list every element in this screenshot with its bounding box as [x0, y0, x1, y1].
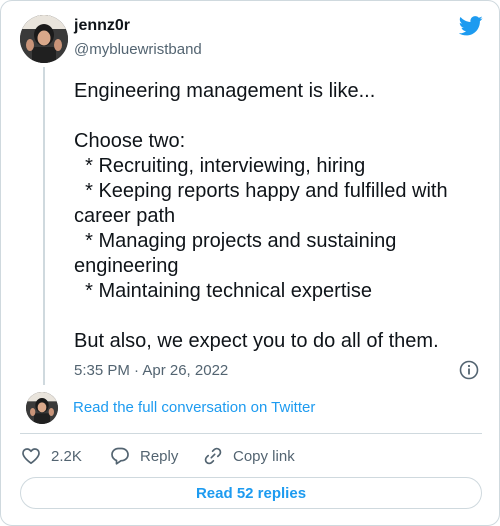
- copy-link-button[interactable]: Copy link: [203, 446, 295, 466]
- reply-label: Reply: [140, 447, 179, 465]
- tweet-line: But also, we expect you to do all of the…: [74, 330, 439, 352]
- tweet-timestamp[interactable]: 5:35 PM · Apr 26, 2022: [74, 362, 228, 379]
- like-button[interactable]: 2.2K: [21, 446, 82, 466]
- tweet-line: Choose two:: [74, 130, 186, 152]
- copy-link-label: Copy link: [233, 447, 295, 465]
- twitter-bird-icon[interactable]: [459, 16, 483, 36]
- reply-button[interactable]: Reply: [110, 446, 178, 466]
- like-count: 2.2K: [51, 447, 82, 465]
- avatar-photo-icon: [20, 15, 68, 63]
- author-avatar[interactable]: [20, 15, 68, 63]
- tweet-line: * Maintaining technical expertise: [74, 280, 372, 302]
- tweet-card: jennz0r @mybluewristband Engineering man…: [0, 0, 500, 526]
- read-replies-button[interactable]: Read 52 replies: [20, 477, 482, 509]
- author-handle[interactable]: @mybluewristband: [74, 41, 202, 58]
- tweet-line: * Managing projects and sustaining: [74, 230, 397, 252]
- info-icon[interactable]: [459, 360, 479, 380]
- tweet-line: [74, 304, 484, 329]
- link-icon: [204, 447, 222, 465]
- reply-bubble-icon: [111, 447, 129, 465]
- tweet-line: * Keeping reports happy and fulfilled wi…: [74, 180, 448, 202]
- tweet-line: * Recruiting, interviewing, hiring: [74, 155, 366, 177]
- heart-icon: [22, 448, 40, 465]
- divider: [20, 433, 482, 434]
- thread-line: [43, 67, 45, 385]
- tweet-line: [74, 104, 484, 129]
- reply-avatar[interactable]: [26, 392, 58, 424]
- avatar-photo-icon: [26, 392, 58, 424]
- tweet-body: Engineering management is like... Choose…: [74, 79, 484, 354]
- tweet-line: career path: [74, 205, 176, 227]
- tweet-line: Engineering management is like...: [74, 80, 376, 102]
- author-display-name[interactable]: jennz0r: [74, 17, 130, 35]
- tweet-line: engineering: [74, 255, 179, 277]
- read-conversation-link[interactable]: Read the full conversation on Twitter: [73, 399, 315, 416]
